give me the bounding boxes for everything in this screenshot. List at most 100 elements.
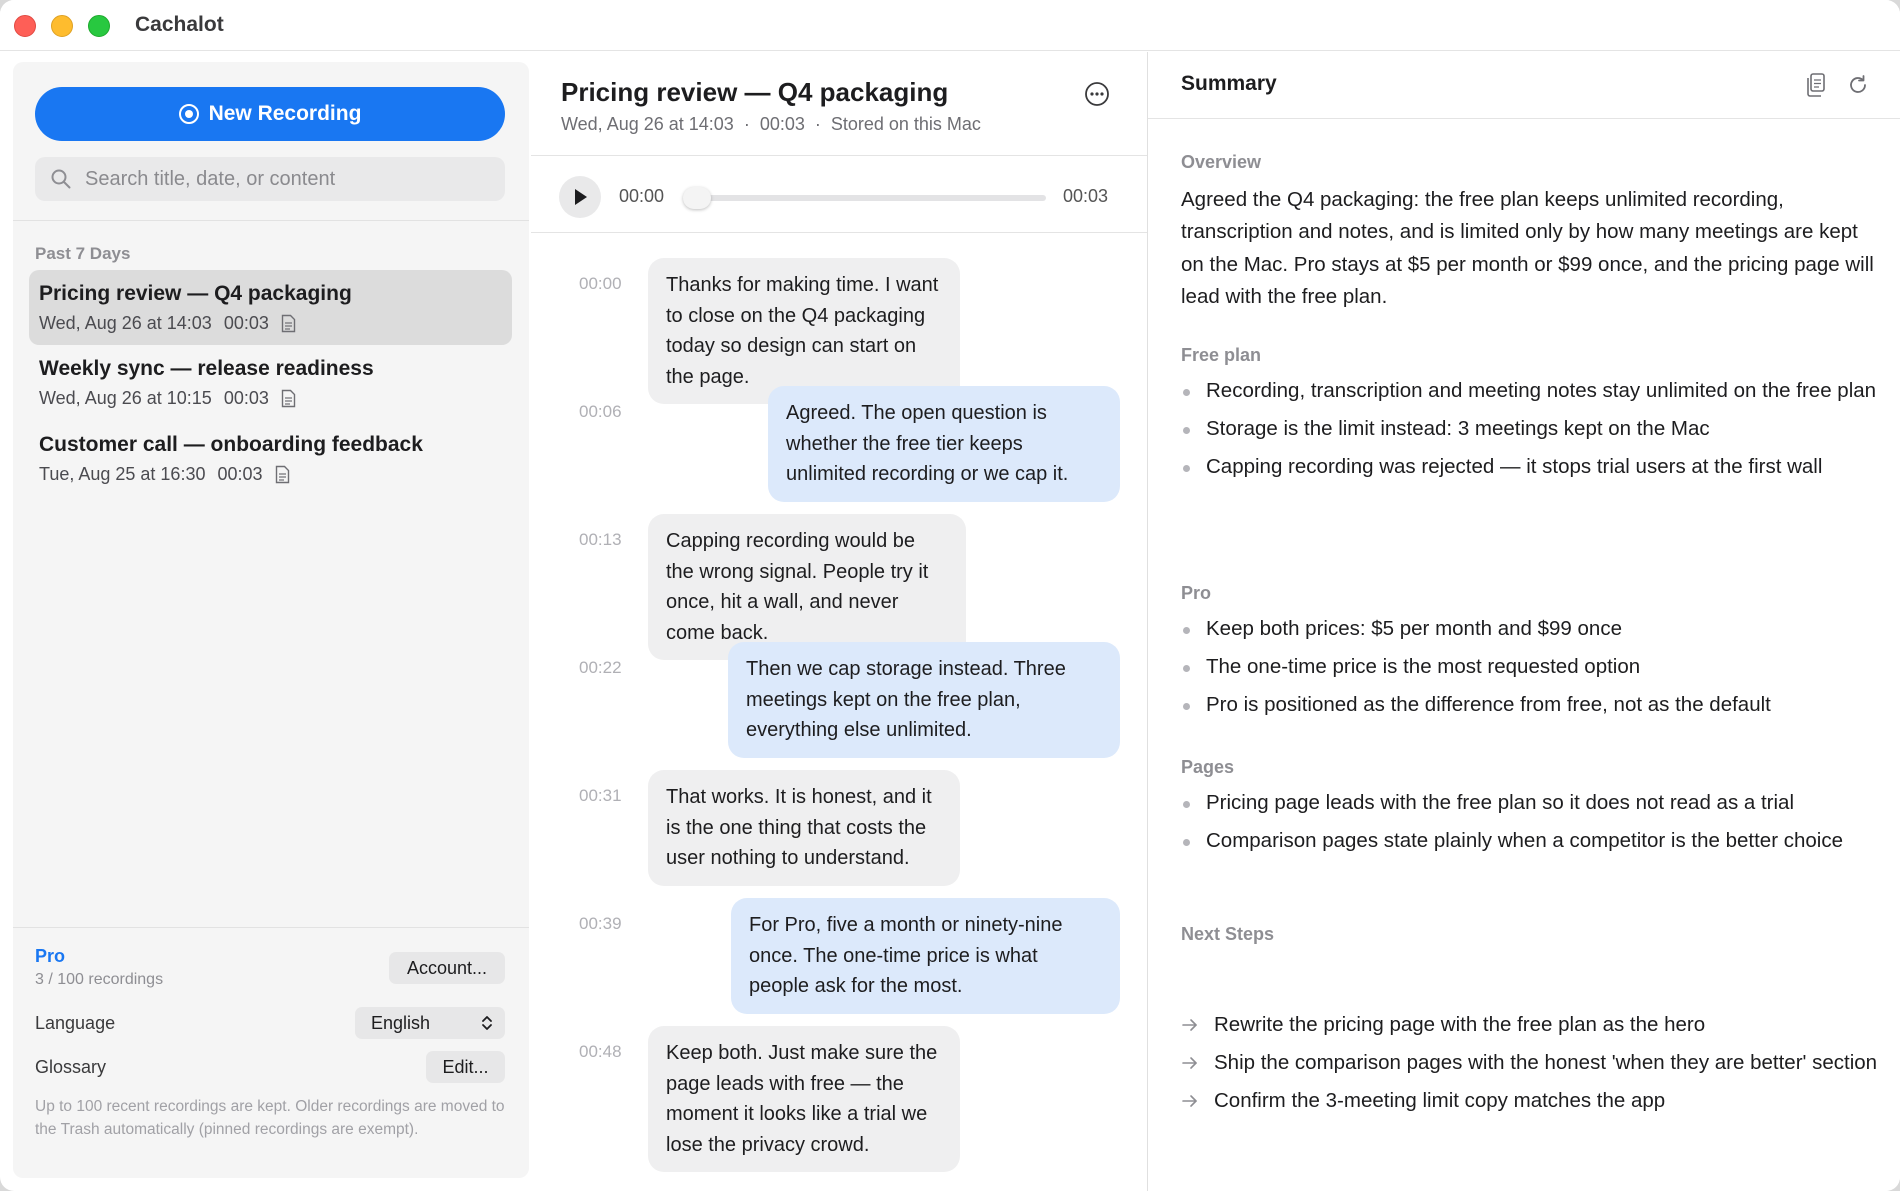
- search-icon: [51, 169, 71, 189]
- plan-count: 3 / 100 recordings: [35, 971, 164, 988]
- recording-item[interactable]: Weekly sync — release readiness Wed, Aug…: [29, 345, 512, 420]
- list-item: Ship the comparison pages with the hones…: [1181, 1047, 1881, 1079]
- progress-knob[interactable]: [683, 187, 711, 209]
- section-label-past-7-days: Past 7 Days: [35, 244, 131, 263]
- message-bubble-right: Agreed. The open question is whether the…: [768, 386, 1120, 502]
- pages-list: Pricing page leads with the free plan so…: [1181, 787, 1881, 863]
- list-item-text: Keep both prices: $5 per month and $99 o…: [1206, 617, 1622, 640]
- recording-title: Pricing review — Q4 packaging: [39, 282, 352, 305]
- copy-icon[interactable]: [1804, 72, 1828, 98]
- language-select[interactable]: English: [355, 1007, 505, 1039]
- list-item-text: The one-time price is the most requested…: [1206, 655, 1641, 678]
- list-item-text: Pricing page leads with the free plan so…: [1206, 791, 1795, 814]
- app-title: Cachalot: [135, 13, 224, 36]
- bullet-icon: [1183, 665, 1190, 672]
- list-item: Pro is positioned as the difference from…: [1181, 689, 1881, 721]
- audio-player: 00:00 00:03: [531, 156, 1147, 232]
- list-item-text: Ship the comparison pages with the hones…: [1214, 1051, 1878, 1074]
- list-item: Confirm the 3-meeting limit copy matches…: [1181, 1085, 1881, 1117]
- transcript-title: Pricing review — Q4 packaging: [561, 77, 949, 107]
- message-timestamp: 00:06: [579, 402, 622, 421]
- list-item-text: Rewrite the pricing page with the free p…: [1214, 1013, 1706, 1036]
- free-plan-heading: Free plan: [1181, 345, 1262, 365]
- list-item-text: Pro is positioned as the difference from…: [1206, 693, 1771, 716]
- account-button[interactable]: Account...: [389, 952, 505, 984]
- document-icon: [281, 389, 296, 408]
- recording-date: Wed, Aug 26 at 10:15: [39, 388, 212, 408]
- next-steps-heading: Next Steps: [1181, 924, 1275, 944]
- arrow-right-icon: [1182, 1095, 1197, 1107]
- bullet-icon: [1183, 839, 1190, 846]
- sidebar: New Recording Past 7 Days Pricing review…: [13, 62, 529, 1178]
- pages-heading: Pages: [1181, 757, 1235, 777]
- message-timestamp: 00:13: [579, 530, 622, 549]
- arrow-right-icon: [1182, 1019, 1197, 1031]
- list-item-text: Storage is the limit instead: 3 meetings…: [1206, 417, 1710, 440]
- retention-footnote: Up to 100 recent recordings are kept. Ol…: [35, 1098, 505, 1138]
- plan-label: Pro: [35, 946, 66, 966]
- glossary-edit-button[interactable]: Edit...: [426, 1051, 505, 1083]
- message-bubble-left: Keep both. Just make sure the page leads…: [648, 1026, 960, 1172]
- search-input[interactable]: [85, 167, 505, 191]
- recording-item[interactable]: Pricing review — Q4 packaging Wed, Aug 2…: [29, 270, 512, 345]
- list-item-text: Confirm the 3-meeting limit copy matches…: [1214, 1089, 1666, 1112]
- message-timestamp: 00:22: [579, 658, 622, 677]
- refresh-icon[interactable]: [1846, 73, 1870, 97]
- recording-title: Weekly sync — release readiness: [39, 357, 374, 380]
- new-recording-button[interactable]: New Recording: [35, 87, 505, 141]
- updown-chevron-icon: [482, 1016, 492, 1030]
- overview-text: Agreed the Q4 packaging: the free plan k…: [1181, 188, 1874, 308]
- search-field[interactable]: [35, 157, 505, 201]
- summary-header-divider: [1148, 118, 1900, 119]
- recording-duration: 00:03: [223, 388, 269, 408]
- list-item-text: Capping recording was rejected — it stop…: [1206, 455, 1823, 478]
- overview-heading: Overview: [1181, 152, 1262, 172]
- list-item: Capping recording was rejected — it stop…: [1181, 451, 1881, 483]
- close-window-button[interactable]: [14, 15, 36, 37]
- recording-date: Wed, Aug 26 at 14:03: [39, 313, 212, 333]
- recording-duration: 00:03: [223, 313, 269, 333]
- document-icon: [281, 314, 296, 333]
- message-bubble-left: Capping recording would be the wrong sig…: [648, 514, 966, 660]
- play-icon: [575, 189, 587, 205]
- bullet-icon: [1183, 427, 1190, 434]
- bullet-icon: [1183, 627, 1190, 634]
- recording-date: Tue, Aug 25 at 16:30: [39, 464, 206, 484]
- record-icon: [178, 104, 199, 124]
- bullet-icon: [1183, 465, 1190, 472]
- message-timestamp: 00:48: [579, 1042, 622, 1061]
- message-timestamp: 00:00: [579, 274, 622, 293]
- summary-pane: Summary Overview Agreed the Q4 packaging…: [1148, 52, 1900, 1191]
- list-item: Recording, transcription and meeting not…: [1181, 375, 1881, 407]
- total-time: 00:03: [1063, 186, 1109, 206]
- transcript-pane: Pricing review — Q4 packaging Wed, Aug 2…: [531, 52, 1147, 1191]
- zoom-window-button[interactable]: [88, 15, 110, 37]
- bullet-icon: [1183, 703, 1190, 710]
- player-divider: [531, 232, 1147, 233]
- sidebar-divider: [13, 220, 529, 221]
- sidebar-bottom-divider: [13, 927, 529, 928]
- list-item: Keep both prices: $5 per month and $99 o…: [1181, 613, 1881, 645]
- pro-heading: Pro: [1181, 583, 1212, 603]
- list-item: Comparison pages state plainly when a co…: [1181, 825, 1881, 857]
- bullet-icon: [1183, 389, 1190, 396]
- more-icon[interactable]: [1083, 80, 1111, 108]
- progress-track[interactable]: [686, 195, 1046, 201]
- list-item: Rewrite the pricing page with the free p…: [1181, 1009, 1881, 1041]
- title-bar: Cachalot: [0, 0, 1900, 51]
- list-item-text: Comparison pages state plainly when a co…: [1206, 829, 1843, 852]
- language-value: English: [371, 1012, 431, 1033]
- new-recording-label: New Recording: [208, 102, 362, 125]
- bullet-icon: [1183, 801, 1190, 808]
- document-icon: [275, 465, 289, 484]
- recording-item[interactable]: Customer call — onboarding feedback Tue,…: [29, 421, 512, 496]
- arrow-right-icon: [1182, 1057, 1197, 1069]
- transcript-meta: Wed, Aug 26 at 14:03 · 00:03 · Stored on…: [561, 114, 981, 134]
- minimize-window-button[interactable]: [51, 15, 73, 37]
- list-item: The one-time price is the most requested…: [1181, 651, 1881, 683]
- list-item: Pricing page leads with the free plan so…: [1181, 787, 1881, 819]
- recording-duration: 00:03: [217, 464, 263, 484]
- free-plan-list: Recording, transcription and meeting not…: [1181, 375, 1881, 489]
- language-label: Language: [35, 1013, 116, 1033]
- play-button[interactable]: [559, 176, 601, 218]
